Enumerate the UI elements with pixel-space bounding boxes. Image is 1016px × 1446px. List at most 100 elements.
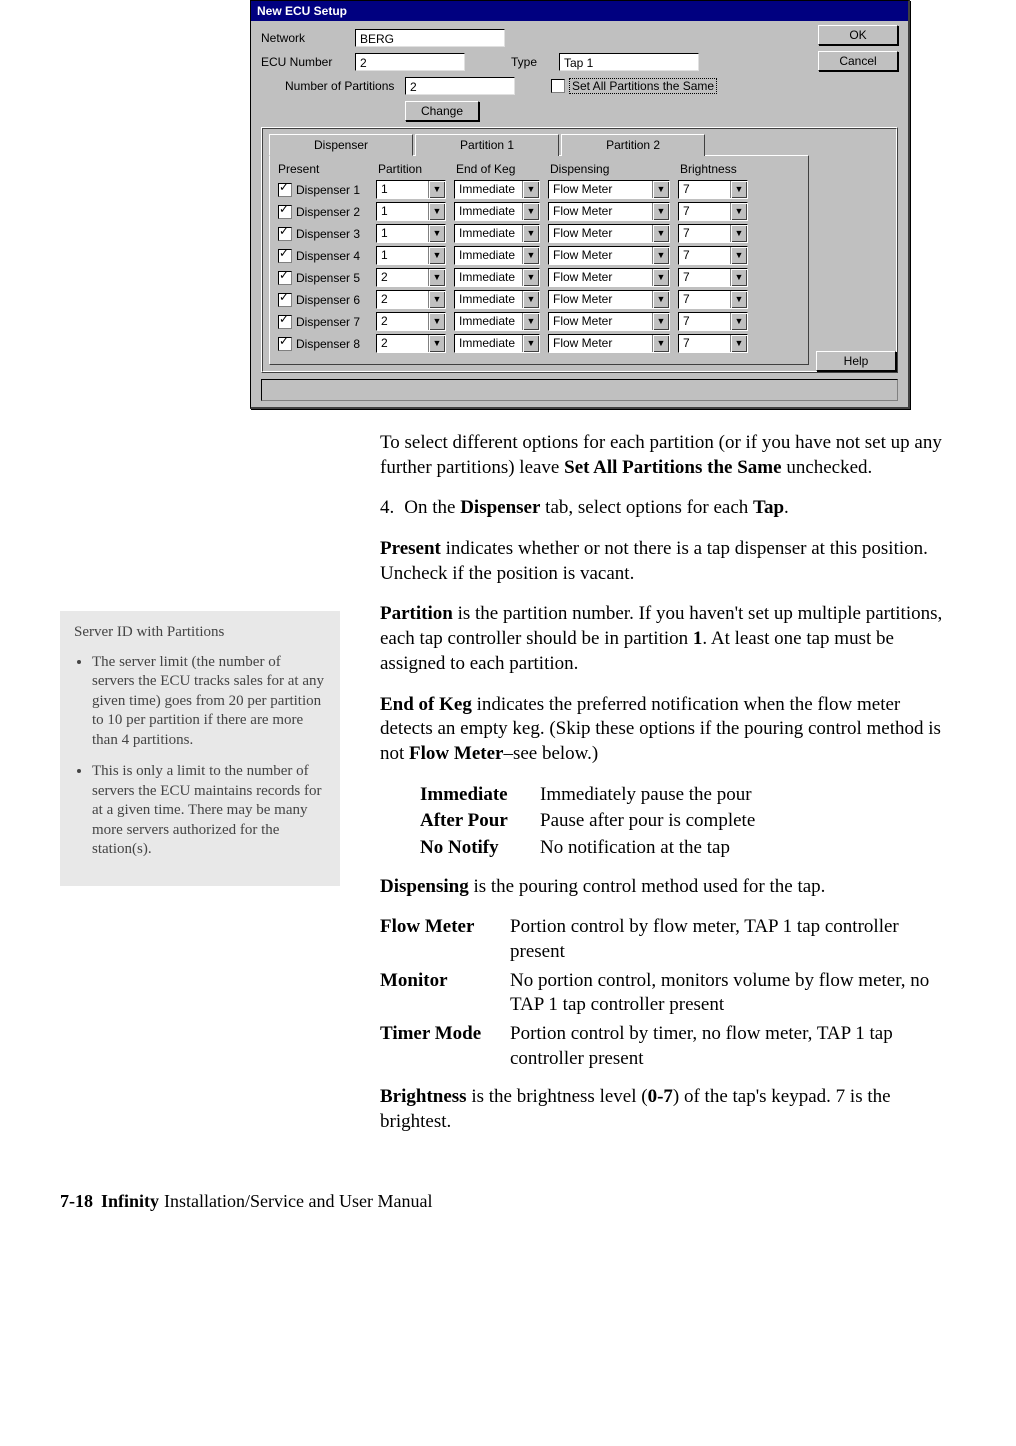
chevron-down-icon: ▼: [428, 291, 445, 308]
dispenser-row: Dispenser 21▼ Immediate▼ Flow Meter▼ 7▼: [278, 202, 800, 221]
page-number: 7-18: [60, 1191, 93, 1212]
end-of-keg-combo[interactable]: Immediate▼: [454, 246, 540, 265]
partition-combo[interactable]: 2▼: [376, 334, 446, 353]
chevron-down-icon: ▼: [522, 203, 539, 220]
tab-dispenser[interactable]: Dispenser: [269, 134, 413, 156]
chevron-down-icon: ▼: [730, 247, 747, 264]
dispensing-combo[interactable]: Flow Meter▼: [548, 312, 670, 331]
chevron-down-icon: ▼: [652, 247, 669, 264]
chevron-down-icon: ▼: [428, 247, 445, 264]
sidebar-title: Server ID with Partitions: [74, 623, 326, 643]
dispenser-row: Dispenser 11▼Immediate▼Flow Meter▼7▼: [278, 180, 800, 199]
change-button[interactable]: Change: [405, 101, 479, 121]
dispenser-row: Dispenser 52▼ Immediate▼ Flow Meter▼ 7▼: [278, 268, 800, 287]
brightness-combo[interactable]: 7▼: [678, 312, 748, 331]
dispensing-combo[interactable]: Flow Meter▼: [548, 290, 670, 309]
chevron-down-icon: ▼: [652, 335, 669, 352]
partition-combo[interactable]: 1▼: [376, 202, 446, 221]
brightness-combo[interactable]: 7▼: [678, 180, 748, 199]
present-checkbox[interactable]: [278, 271, 292, 285]
partition-combo[interactable]: 2▼: [376, 290, 446, 309]
end-of-keg-combo[interactable]: Immediate▼: [454, 312, 540, 331]
partition-combo[interactable]: 2▼: [376, 312, 446, 331]
partition-combo[interactable]: 2▼: [376, 268, 446, 287]
brightness-combo[interactable]: 7▼: [678, 334, 748, 353]
dispensing-combo[interactable]: Flow Meter▼: [548, 268, 670, 287]
chevron-down-icon: ▼: [428, 313, 445, 330]
brightness-combo[interactable]: 7▼: [678, 224, 748, 243]
chevron-down-icon: ▼: [522, 247, 539, 264]
dispenser-row: Dispenser 62▼Immediate▼Flow Meter▼7▼: [278, 290, 800, 309]
dispensing-combo[interactable]: Flow Meter▼: [548, 224, 670, 243]
dispensing-combo[interactable]: Flow Meter▼: [548, 334, 670, 353]
sidebar-bullet-1: The server limit (the number of servers …: [92, 653, 326, 751]
main-text: To select different options for each par…: [380, 431, 956, 1151]
dispensing-combo[interactable]: Flow Meter▼: [548, 202, 670, 221]
network-field[interactable]: BERG: [355, 29, 505, 47]
chevron-down-icon: ▼: [652, 225, 669, 242]
chevron-down-icon: ▼: [522, 335, 539, 352]
brightness-combo[interactable]: 7▼: [678, 290, 748, 309]
new-ecu-setup-dialog: New ECU Setup OK Cancel Network BERG ECU…: [250, 0, 910, 409]
chevron-down-icon: ▼: [652, 203, 669, 220]
present-checkbox[interactable]: [278, 337, 292, 351]
end-of-keg-combo[interactable]: Immediate▼: [454, 334, 540, 353]
end-of-keg-combo[interactable]: Immediate▼: [454, 180, 540, 199]
col-brightness: Brightness: [680, 162, 737, 176]
brightness-combo[interactable]: 7▼: [678, 268, 748, 287]
chevron-down-icon: ▼: [522, 313, 539, 330]
set-all-partitions-label: Set All Partitions the Same: [569, 78, 717, 94]
chevron-down-icon: ▼: [730, 203, 747, 220]
dispenser-row: Dispenser 41▼ Immediate▼ Flow Meter▼ 7▼: [278, 246, 800, 265]
dispenser-row: Dispenser 72▼Immediate▼Flow Meter▼7▼: [278, 312, 800, 331]
present-checkbox[interactable]: [278, 249, 292, 263]
tab-partition-2[interactable]: Partition 2: [561, 134, 705, 156]
tab-partition-1[interactable]: Partition 1: [415, 134, 559, 156]
dispenser-name: Dispenser 4: [296, 249, 376, 263]
present-checkbox[interactable]: [278, 293, 292, 307]
end-of-keg-combo[interactable]: Immediate▼: [454, 268, 540, 287]
network-label: Network: [261, 31, 355, 45]
chevron-down-icon: ▼: [522, 225, 539, 242]
chevron-down-icon: ▼: [428, 335, 445, 352]
chevron-down-icon: ▼: [730, 225, 747, 242]
product-name: Infinity: [101, 1191, 159, 1212]
col-partition: Partition: [378, 162, 456, 176]
dispenser-name: Dispenser 8: [296, 337, 376, 351]
col-present: Present: [278, 162, 378, 176]
partition-combo[interactable]: 1▼: [376, 224, 446, 243]
dispenser-row: Dispenser 82▼ Immediate▼ Flow Meter▼ 7▼: [278, 334, 800, 353]
end-of-keg-combo[interactable]: Immediate▼: [454, 290, 540, 309]
end-of-keg-combo[interactable]: Immediate▼: [454, 202, 540, 221]
ecu-number-field[interactable]: 2: [355, 53, 465, 71]
brightness-combo[interactable]: 7▼: [678, 246, 748, 265]
ok-button[interactable]: OK: [818, 25, 898, 45]
present-checkbox[interactable]: [278, 227, 292, 241]
present-checkbox[interactable]: [278, 205, 292, 219]
cancel-button[interactable]: Cancel: [818, 51, 898, 71]
chevron-down-icon: ▼: [428, 269, 445, 286]
end-of-keg-combo[interactable]: Immediate▼: [454, 224, 540, 243]
col-end-of-keg: End of Keg: [456, 162, 550, 176]
help-button[interactable]: Help: [816, 351, 896, 371]
tab-pane-dispenser: Present Partition End of Keg Dispensing …: [269, 155, 809, 365]
sidebar-bullet-2: This is only a limit to the number of se…: [92, 762, 326, 860]
present-checkbox[interactable]: [278, 315, 292, 329]
type-field[interactable]: Tap 1: [559, 53, 699, 71]
present-checkbox[interactable]: [278, 183, 292, 197]
dispensing-combo[interactable]: Flow Meter▼: [548, 180, 670, 199]
intro-bold: Set All Partitions the Same: [564, 457, 781, 478]
intro-text-2: unchecked.: [782, 457, 873, 478]
status-bar: [261, 379, 898, 401]
partition-combo[interactable]: 1▼: [376, 180, 446, 199]
num-partitions-field[interactable]: 2: [405, 77, 515, 95]
set-all-partitions-checkbox[interactable]: [551, 79, 565, 93]
dispenser-name: Dispenser 2: [296, 205, 376, 219]
chevron-down-icon: ▼: [730, 335, 747, 352]
chevron-down-icon: ▼: [730, 313, 747, 330]
dispensing-combo[interactable]: Flow Meter▼: [548, 246, 670, 265]
partition-combo[interactable]: 1▼: [376, 246, 446, 265]
brightness-combo[interactable]: 7▼: [678, 202, 748, 221]
type-label: Type: [511, 55, 559, 69]
dispenser-name: Dispenser 5: [296, 271, 376, 285]
